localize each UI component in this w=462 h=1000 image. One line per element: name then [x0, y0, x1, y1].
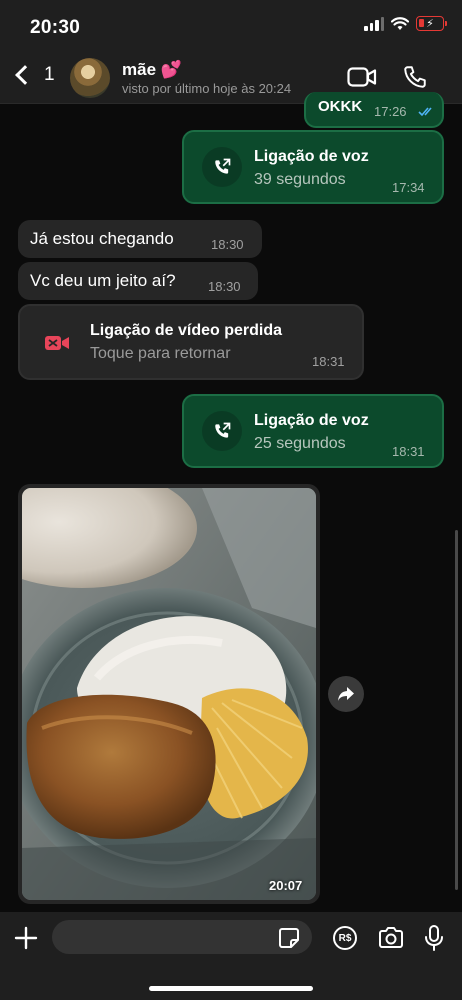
wifi-icon — [391, 16, 409, 30]
message-text: Já estou chegando — [30, 229, 174, 248]
read-ticks-icon — [418, 107, 432, 117]
unread-count: 1 — [44, 64, 55, 85]
phone-icon[interactable] — [402, 64, 428, 90]
status-bar: 20:30 ⚡ — [0, 0, 462, 52]
message-bubble-incoming[interactable]: Já estou chegando 18:30 — [18, 220, 262, 258]
message-time: 17:26 — [374, 104, 407, 119]
food-photo[interactable] — [22, 488, 316, 900]
call-icon-circle — [202, 147, 242, 187]
forward-button[interactable] — [328, 676, 364, 712]
call-title: Ligação de voz — [254, 412, 369, 429]
message-time: 18:31 — [312, 354, 345, 369]
call-icon-circle — [202, 411, 242, 451]
food-photo-image — [22, 488, 316, 900]
status-time: 20:30 — [30, 17, 81, 38]
photo-message[interactable]: 20:07 — [18, 484, 320, 904]
call-message-outgoing[interactable]: Ligação de voz 25 segundos 18:31 — [182, 394, 444, 468]
back-chevron-icon — [15, 65, 35, 85]
call-message-outgoing[interactable]: Ligação de voz 39 segundos 17:34 — [182, 130, 444, 204]
sticker-icon[interactable] — [278, 927, 300, 949]
message-text: OKKK — [318, 98, 363, 115]
call-outgoing-icon — [215, 158, 231, 174]
battery-icon: ⚡ — [416, 16, 447, 31]
message-time: 18:31 — [392, 444, 425, 459]
microphone-icon[interactable] — [424, 924, 444, 952]
call-duration: 25 segundos — [254, 435, 346, 452]
call-title: Ligação de vídeo perdida — [90, 322, 283, 339]
scrollbar[interactable] — [455, 530, 458, 890]
message-bubble-outgoing[interactable]: OKKK 17:26 — [304, 92, 444, 128]
missed-call-message[interactable]: Ligação de vídeo perdida Toque para reto… — [18, 304, 364, 380]
call-title: Ligação de voz — [254, 148, 369, 165]
call-subtitle: Toque para retornar — [90, 345, 231, 362]
message-text: Vc deu um jeito aí? — [30, 271, 176, 290]
message-time: 18:30 — [208, 279, 241, 294]
camera-icon[interactable] — [377, 926, 405, 950]
message-time: 17:34 — [392, 180, 425, 195]
message-bubble-incoming[interactable]: Vc deu um jeito aí? 18:30 — [18, 262, 258, 300]
video-call-icon[interactable] — [347, 66, 377, 88]
rs-payment-icon[interactable]: R$ — [333, 926, 357, 950]
message-time: 18:30 — [211, 237, 244, 252]
contact-name[interactable]: mãe 💕 — [122, 60, 182, 80]
avatar[interactable] — [70, 58, 110, 98]
plus-icon[interactable] — [14, 926, 38, 950]
call-duration: 39 segundos — [254, 171, 346, 188]
missed-video-icon — [45, 336, 69, 350]
cellular-signal-icon — [364, 16, 384, 31]
call-outgoing-icon — [215, 422, 231, 438]
back-button[interactable]: 1 — [12, 64, 55, 86]
message-input[interactable] — [52, 920, 312, 954]
forward-icon — [338, 687, 354, 701]
message-time: 20:07 — [269, 878, 303, 893]
home-indicator — [149, 986, 313, 991]
contact-last-seen: visto por último hoje às 20:24 — [122, 81, 292, 96]
status-icons: ⚡ — [364, 16, 447, 31]
